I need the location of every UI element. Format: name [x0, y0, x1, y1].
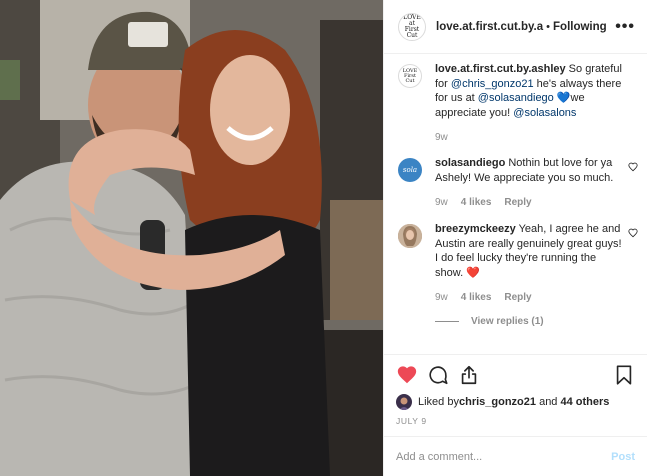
comment-username[interactable]: breezymckeezy — [435, 223, 516, 235]
add-comment-bar: Add a comment... Post — [384, 436, 647, 476]
post-photo[interactable] — [0, 0, 383, 476]
others-likes-link[interactable]: 44 others — [560, 396, 609, 408]
comment-likes[interactable]: 4 likes — [461, 292, 492, 303]
post-date[interactable]: JULY 9 — [396, 416, 635, 426]
liked-by-and: and — [536, 396, 561, 408]
liked-by-prefix: Liked by — [418, 396, 459, 408]
following-button[interactable]: Following — [553, 21, 607, 33]
comment-input[interactable]: Add a comment... — [396, 451, 482, 463]
share-icon[interactable] — [458, 364, 480, 386]
comment-text: solasandiego Nothin but love for ya Ashe… — [435, 156, 623, 185]
likes-summary: Liked by chris_gonzo21 and 44 others — [396, 394, 635, 410]
commenter-avatar[interactable] — [398, 224, 422, 248]
reply-button[interactable]: Reply — [504, 197, 531, 208]
view-replies-label: View replies (1) — [471, 316, 544, 327]
comment-icon[interactable] — [427, 364, 449, 386]
comments-list: LOVE First Cut love.at.first.cut.by.ashl… — [384, 62, 647, 352]
comment-meta: 9w 4 likes Reply — [435, 197, 623, 208]
reply-button[interactable]: Reply — [504, 292, 531, 303]
liker-avatar[interactable] — [396, 394, 412, 410]
replies-divider — [435, 321, 459, 322]
commenter-avatar[interactable]: sola — [398, 158, 422, 182]
post-button[interactable]: Post — [611, 451, 635, 463]
mention-link[interactable]: @solasalons — [513, 107, 576, 119]
view-replies-button[interactable]: View replies (1) — [435, 316, 647, 327]
caption-avatar[interactable]: LOVE First Cut — [398, 64, 422, 88]
mention-link[interactable]: @solasandiego — [478, 92, 554, 104]
comment-time[interactable]: 9w — [435, 197, 448, 208]
mention-link[interactable]: @chris_gonzo21 — [451, 78, 534, 90]
post-actions: Liked by chris_gonzo21 and 44 others JUL… — [384, 354, 647, 426]
post-side-panel: LOVE at First Cut love.at.first.cut.by.a… — [383, 0, 647, 476]
caption-meta: 9w — [435, 132, 623, 143]
post-header: LOVE at First Cut love.at.first.cut.by.a… — [384, 0, 647, 54]
caption: LOVE First Cut love.at.first.cut.by.ashl… — [384, 62, 647, 143]
caption-time[interactable]: 9w — [435, 132, 448, 143]
liker-username[interactable]: chris_gonzo21 — [459, 396, 536, 408]
sola-logo-text: sola — [402, 166, 418, 174]
comment-item: sola solasandiego Nothin but love for ya… — [384, 156, 647, 208]
account-avatar[interactable]: LOVE at First Cut — [398, 12, 426, 41]
comment-text: breezymckeezy Yeah, I agree he and Austi… — [435, 222, 623, 280]
caption-username[interactable]: love.at.first.cut.by.ashley — [435, 63, 566, 75]
comment-likes[interactable]: 4 likes — [461, 197, 492, 208]
comment-time[interactable]: 9w — [435, 292, 448, 303]
photo-image — [0, 0, 383, 476]
heart-outline-icon[interactable] — [628, 162, 638, 172]
heart-outline-icon[interactable] — [628, 228, 638, 238]
header-username[interactable]: love.at.first.cut.by.a — [436, 21, 543, 33]
comment-meta: 9w 4 likes Reply — [435, 292, 623, 303]
header-separator: • — [546, 20, 551, 33]
caption-text: love.at.first.cut.by.ashley So grateful … — [435, 62, 623, 120]
more-options-icon[interactable]: ••• — [615, 18, 635, 34]
bookmark-icon[interactable] — [613, 364, 635, 386]
heart-filled-icon[interactable] — [396, 364, 418, 386]
comment-item: breezymckeezy Yeah, I agree he and Austi… — [384, 222, 647, 303]
comment-username[interactable]: solasandiego — [435, 157, 505, 169]
logo-text-line3: First Cut — [404, 25, 420, 39]
caption-logo-line3: First Cut — [403, 72, 417, 84]
